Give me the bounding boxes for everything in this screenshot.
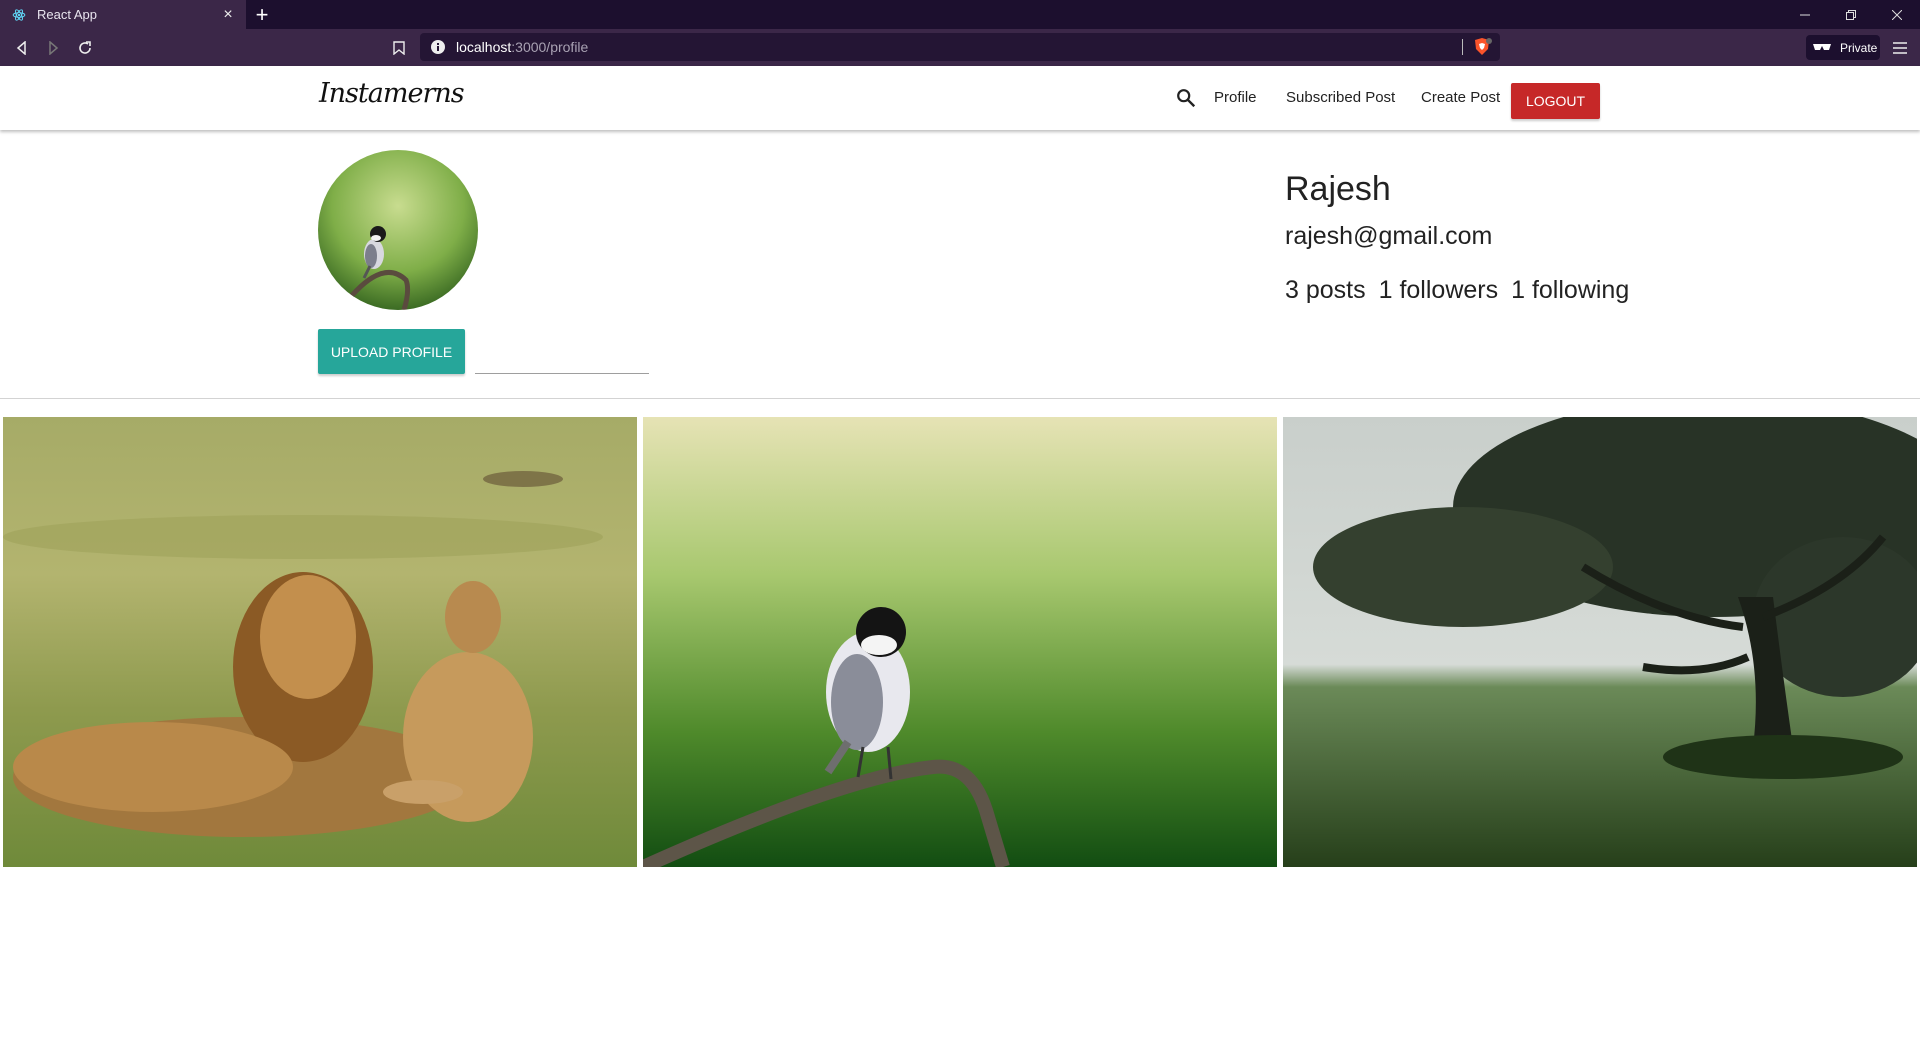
close-window-icon[interactable] [1874,0,1920,29]
private-window-badge: Private [1806,35,1880,60]
profile-email: rajesh@gmail.com [1285,222,1493,250]
nav-create-post-link[interactable]: Create Post [1421,66,1500,130]
nav-profile-link[interactable]: Profile [1214,66,1257,130]
profile-header: UPLOAD PROFILE Rajesh rajesh@gmail.com 3… [0,130,1920,398]
react-logo-icon [11,7,27,23]
posts-count: 3 posts [1285,276,1366,304]
avatar [318,150,478,310]
upload-profile-button[interactable]: UPLOAD PROFILE [318,329,465,374]
close-tab-icon[interactable]: × [218,5,238,25]
tab-title: React App [37,7,97,22]
restore-icon[interactable] [1828,0,1874,29]
brave-shields-icon[interactable] [1472,38,1492,56]
profile-username: Rajesh [1285,170,1391,208]
brand-logo[interactable]: Instamerns [319,78,465,109]
browser-tab-bar: React App × + [0,0,1920,29]
app-navbar: Instamerns Profile Subscribed Post Creat… [0,66,1920,130]
private-label: Private [1840,40,1878,55]
search-icon[interactable] [1175,87,1197,109]
site-info-icon[interactable] [430,39,446,55]
new-tab-icon[interactable]: + [251,4,273,26]
back-icon[interactable] [11,37,33,59]
hamburger-menu-icon[interactable] [1889,37,1911,59]
gallery-photo-bird[interactable] [643,417,1277,867]
followers-count: 1 followers [1378,276,1499,304]
window-controls [1782,0,1920,29]
browser-toolbar: localhost:3000/profile Private [0,29,1920,66]
reload-icon[interactable] [74,37,96,59]
minimize-icon[interactable] [1782,0,1828,29]
profile-stats: 3 posts 1 followers 1 following [1285,276,1642,305]
private-glasses-icon [1812,41,1832,55]
following-count: 1 following [1511,276,1630,304]
post-gallery [3,417,1918,867]
profile-divider [0,398,1920,399]
address-bar[interactable]: localhost:3000/profile [420,33,1500,61]
gallery-photo-tree[interactable] [1283,417,1917,867]
bookmark-icon[interactable] [388,37,410,59]
gallery-photo-lions[interactable] [3,417,637,867]
file-path-input[interactable] [475,338,649,374]
url-path: :3000/profile [511,39,589,55]
url-separator [1462,39,1463,55]
url-host: localhost [456,39,512,55]
logout-button[interactable]: LOGOUT [1511,83,1600,119]
browser-tab[interactable]: React App × [0,0,246,29]
forward-icon[interactable] [42,37,64,59]
nav-subscribed-post-link[interactable]: Subscribed Post [1286,66,1395,130]
